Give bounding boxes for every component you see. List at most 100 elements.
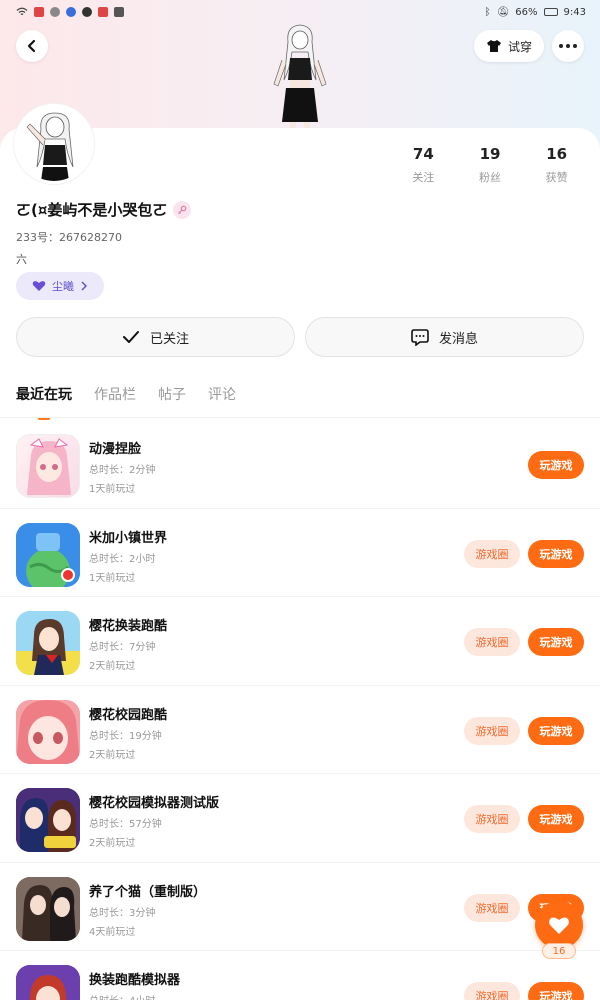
send-message-label: 发消息 bbox=[438, 331, 478, 347]
game-last-played: 1天前玩过 bbox=[89, 484, 136, 495]
game-playtime: 总时长：3分钟 bbox=[89, 907, 156, 919]
anime-face-icon bbox=[27, 438, 71, 495]
pink-hair-girl-icon bbox=[16, 699, 80, 764]
game-playtime: 总时长：57分钟 bbox=[89, 819, 162, 830]
game-icon bbox=[16, 788, 80, 852]
game-circle-button[interactable]: 游戏圈 bbox=[464, 893, 520, 922]
game-icon bbox=[16, 611, 80, 675]
user-avatar[interactable] bbox=[14, 104, 94, 184]
stat-label: 粉丝 bbox=[479, 171, 501, 184]
status-icons-left bbox=[16, 7, 124, 17]
app-icon bbox=[50, 7, 60, 17]
tab-comments[interactable]: 评论 bbox=[208, 384, 236, 420]
username: ㄛ(¤姜屿不是小哭包ㄛ bbox=[16, 199, 192, 220]
browser-icon bbox=[66, 7, 76, 17]
game-icon bbox=[16, 434, 80, 498]
game-circle-button[interactable]: 游戏圈 bbox=[464, 805, 520, 833]
game-playtime: 总时长：2小时 bbox=[89, 553, 156, 565]
game-last-played: 1天前玩过 bbox=[89, 572, 136, 584]
guild-tag-label: 尘曦 bbox=[52, 280, 74, 293]
heart-icon bbox=[32, 281, 46, 291]
game-last-played: 2天前玩过 bbox=[89, 838, 136, 849]
game-playtime: 总时长：7分钟 bbox=[89, 642, 156, 653]
game-icon bbox=[16, 876, 80, 941]
schoolgirl-icon bbox=[16, 611, 80, 675]
play-game-button[interactable]: 玩游戏 bbox=[528, 539, 584, 568]
game-circle-button[interactable]: 游戏圈 bbox=[464, 716, 520, 745]
stat-likes[interactable]: 16 获赞 bbox=[523, 145, 590, 185]
user-id: 233号：267628270 bbox=[16, 231, 122, 244]
game-circle-button[interactable]: 游戏圈 bbox=[464, 539, 520, 568]
game-name: 樱花校园模拟器测试版 bbox=[89, 796, 220, 811]
game-row[interactable]: 樱花校园跑酷 总时长：19分钟 2天前玩过 游戏圈 玩游戏 bbox=[0, 686, 600, 774]
game-name: 樱花换装跑酷 bbox=[89, 619, 168, 634]
more-options-button[interactable] bbox=[552, 30, 584, 62]
tab-posts[interactable]: 帖子 bbox=[158, 384, 186, 420]
globe-icon bbox=[16, 522, 80, 587]
stat-label: 获赞 bbox=[545, 171, 568, 184]
game-playtime: 总时长：19分钟 bbox=[89, 730, 162, 742]
game-icon bbox=[16, 522, 80, 587]
game-circle-button[interactable]: 游戏圈 bbox=[464, 982, 520, 1000]
dressup-parkour-icon bbox=[16, 965, 80, 1000]
game-row[interactable]: 樱花换装跑酷 总时长：7分钟 2天前玩过 游戏圈 玩游戏 bbox=[0, 597, 600, 686]
stat-number: 16 bbox=[546, 145, 568, 163]
guild-tag[interactable]: 尘曦 bbox=[16, 272, 104, 300]
stat-number: 19 bbox=[479, 145, 501, 163]
key-icon bbox=[178, 205, 187, 214]
shirt-icon bbox=[486, 40, 501, 52]
like-floating-button[interactable] bbox=[535, 901, 583, 949]
wifi-icon bbox=[16, 7, 28, 16]
status-icons-right: ᛒ 🔕︎ 66% 9:43 bbox=[485, 7, 586, 18]
game-last-played: 4天前玩过 bbox=[89, 926, 136, 938]
game-last-played: 2天前玩过 bbox=[89, 661, 136, 672]
profile-tabs: 最近在玩 作品栏 帖子 评论 bbox=[16, 384, 236, 420]
video-icon bbox=[114, 7, 124, 17]
play-game-button[interactable]: 玩游戏 bbox=[528, 805, 584, 833]
game-icon bbox=[16, 965, 80, 1000]
stat-following[interactable]: 74 关注 bbox=[390, 145, 457, 185]
profile-stats: 74 关注 19 粉丝 16 获赞 bbox=[390, 145, 590, 185]
game-playtime: 总时长：4小时 bbox=[89, 992, 155, 1000]
try-on-label: 试穿 bbox=[507, 39, 532, 54]
stat-label: 关注 bbox=[412, 171, 435, 184]
game-row[interactable]: 换装跑酷模拟器 总时长：4小时 游戏圈 玩游戏 bbox=[0, 951, 600, 1000]
game-playtime: 总时长：2分钟 bbox=[89, 465, 156, 476]
game-circle-button[interactable]: 游戏圈 bbox=[464, 628, 520, 656]
game-icon bbox=[16, 699, 80, 764]
stat-followers[interactable]: 19 粉丝 bbox=[457, 145, 524, 185]
followed-button[interactable]: 已关注 bbox=[16, 317, 295, 357]
school-simulator-icon bbox=[16, 788, 80, 852]
notification-icon bbox=[34, 7, 44, 17]
play-game-button[interactable]: 玩游戏 bbox=[528, 628, 584, 656]
game-name: 米加小镇世界 bbox=[89, 530, 168, 546]
game-name: 换装跑酷模拟器 bbox=[89, 973, 181, 988]
heart-icon bbox=[549, 917, 569, 934]
chat-bubble-icon bbox=[411, 328, 429, 346]
avatar-character-image bbox=[17, 107, 91, 181]
battery-icon bbox=[543, 8, 558, 16]
game-name: 动漫捏脸 bbox=[89, 442, 142, 457]
play-game-button[interactable]: 玩游戏 bbox=[528, 716, 584, 745]
send-message-button[interactable]: 发消息 bbox=[305, 317, 584, 357]
battery-text: 66% bbox=[515, 6, 538, 18]
try-on-button[interactable]: 试穿 bbox=[474, 30, 544, 62]
more-dot-icon bbox=[573, 44, 577, 48]
game-last-played: 2天前玩过 bbox=[89, 749, 136, 761]
game-row[interactable]: 米加小镇世界 总时长：2小时 1天前玩过 游戏圈 玩游戏 bbox=[0, 509, 600, 597]
tab-recently-played[interactable]: 最近在玩 bbox=[16, 384, 72, 420]
followed-label: 已关注 bbox=[149, 331, 189, 347]
play-game-button[interactable]: 玩游戏 bbox=[528, 451, 584, 479]
clock: 9:43 bbox=[563, 6, 586, 18]
play-game-button[interactable]: 玩游戏 bbox=[528, 982, 584, 1000]
game-row[interactable]: 动漫捏脸 总时长：2分钟 1天前玩过 玩游戏 bbox=[0, 420, 600, 509]
game-row[interactable]: 樱花校园模拟器测试版 总时长：57分钟 2天前玩过 游戏圈 玩游戏 bbox=[0, 774, 600, 863]
game-row[interactable]: 养了个猫（重制版） 总时长：3分钟 4天前玩过 游戏圈 玩游戏 bbox=[0, 863, 600, 951]
badge-icon[interactable] bbox=[173, 200, 192, 219]
mute-icon: 🔕︎ bbox=[496, 6, 510, 18]
user-bio: 六 bbox=[16, 253, 27, 266]
game-name: 樱花校园跑酷 bbox=[89, 707, 168, 723]
stat-number: 74 bbox=[412, 145, 434, 163]
tab-works[interactable]: 作品栏 bbox=[94, 384, 136, 420]
back-button[interactable] bbox=[16, 30, 48, 62]
